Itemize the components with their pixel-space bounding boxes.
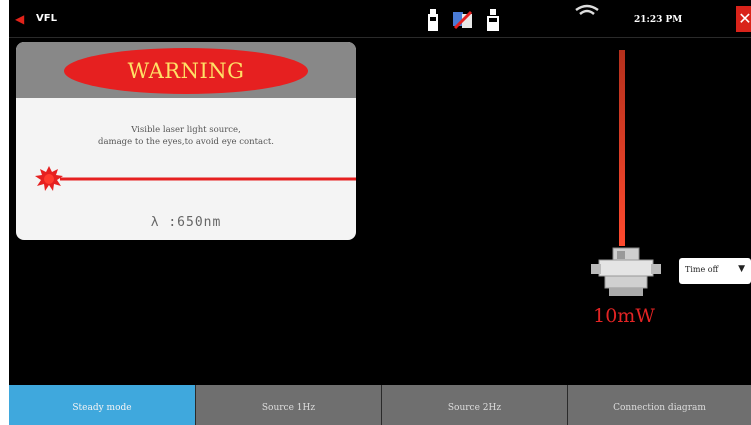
chevron-down-icon: ▼ bbox=[738, 264, 745, 274]
tab-source-2hz[interactable]: Source 2Hz bbox=[381, 385, 567, 425]
network-icon bbox=[453, 10, 473, 30]
laser-beam bbox=[619, 50, 625, 246]
clock: 21:23 PM bbox=[634, 15, 683, 25]
laser-illustration bbox=[35, 166, 356, 191]
power-label: 10mW bbox=[593, 305, 655, 327]
status-bar: ◀ VFL 21:23 PM ✕ bbox=[9, 0, 751, 38]
tab-source-1hz[interactable]: Source 1Hz bbox=[195, 385, 381, 425]
mode-tab-bar: Steady mode Source 1Hz Source 2Hz Connec… bbox=[9, 385, 751, 425]
timer-dropdown[interactable]: Time off ▼ bbox=[679, 258, 751, 284]
sd-card-icon bbox=[428, 9, 438, 31]
wifi-icon bbox=[575, 4, 599, 15]
wavelength-label: λ :650nm bbox=[150, 215, 222, 230]
tab-connection-diagram[interactable]: Connection diagram bbox=[567, 385, 751, 425]
warning-card: WARNING Visible laser light source, dama… bbox=[16, 42, 356, 240]
tab-steady-mode[interactable]: Steady mode bbox=[9, 385, 195, 425]
app-title: VFL bbox=[36, 13, 57, 24]
fiber-connector-icon bbox=[591, 247, 661, 296]
back-arrow-icon[interactable]: ◀ bbox=[15, 13, 29, 25]
vfl-screen: ◀ VFL 21:23 PM ✕ WARNING Visible laser l… bbox=[9, 0, 751, 425]
close-button[interactable]: ✕ bbox=[736, 6, 751, 32]
usb-icon bbox=[487, 9, 499, 31]
laser-burst-icon bbox=[35, 166, 63, 191]
timer-value: Time off bbox=[685, 265, 719, 274]
